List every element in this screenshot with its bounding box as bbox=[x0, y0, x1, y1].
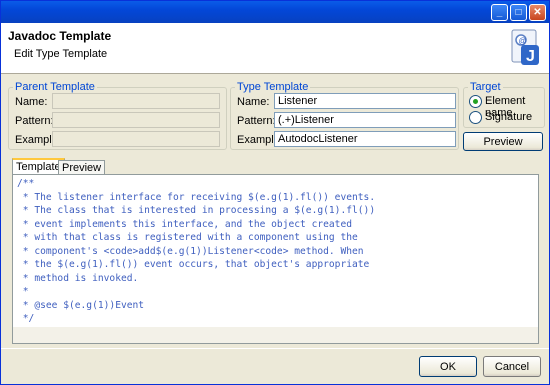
dialog-header: Javadoc Template Edit Type Template @ J bbox=[1, 23, 549, 74]
ok-button[interactable]: OK bbox=[419, 356, 477, 377]
parent-pattern-field bbox=[52, 112, 220, 128]
radio-element-name[interactable] bbox=[469, 95, 482, 108]
cancel-button[interactable]: Cancel bbox=[483, 356, 541, 377]
code-line: * with that class is registered with a c… bbox=[17, 232, 358, 243]
code-line: * bbox=[17, 286, 29, 297]
code-line: * event implements this interface, and t… bbox=[17, 218, 353, 230]
title-bar[interactable]: _ □ ✕ bbox=[1, 1, 549, 23]
parent-name-label: Name: bbox=[15, 96, 48, 108]
parent-name-field bbox=[52, 93, 220, 109]
parent-example-field bbox=[52, 131, 220, 147]
tab-preview[interactable]: Preview bbox=[58, 160, 106, 174]
type-name-input[interactable]: Listener bbox=[274, 93, 456, 109]
type-template-legend: Type Template bbox=[237, 81, 309, 93]
radio-selected-dot bbox=[473, 99, 478, 104]
radio-signature[interactable] bbox=[469, 111, 482, 124]
code-line: * The listener interface for receiving $… bbox=[17, 191, 376, 203]
code-line: * method is invoked. bbox=[17, 272, 139, 284]
preview-button[interactable]: Preview bbox=[463, 132, 543, 151]
maximize-icon[interactable]: □ bbox=[510, 4, 527, 21]
parent-pattern-label: Pattern: bbox=[15, 115, 54, 127]
code-line: * component's <code>add$(e.g(1))Listener… bbox=[17, 245, 364, 257]
code-line: * the $(e.g(1).fl()) event occurs, that … bbox=[17, 259, 370, 270]
parent-template-legend: Parent Template bbox=[15, 81, 95, 93]
code-line: * The class that is interested in proces… bbox=[17, 205, 376, 216]
javadoc-template-dialog: _ □ ✕ Javadoc Template Edit Type Templat… bbox=[0, 0, 550, 385]
close-icon[interactable]: ✕ bbox=[529, 4, 546, 21]
code-line: /** bbox=[17, 178, 35, 189]
tab-template[interactable]: Template bbox=[12, 158, 65, 174]
code-line: */ bbox=[17, 313, 35, 324]
dialog-title: Javadoc Template bbox=[8, 29, 112, 43]
type-pattern-label: Pattern: bbox=[237, 115, 276, 127]
radio-signature-label[interactable]: Signature bbox=[485, 111, 532, 123]
target-legend: Target bbox=[470, 81, 501, 93]
template-code[interactable]: /** * The listener interface for receivi… bbox=[13, 175, 538, 326]
javadoc-document-icon: @ J bbox=[511, 29, 539, 65]
template-editor[interactable]: /** * The listener interface for receivi… bbox=[12, 174, 539, 344]
svg-text:J: J bbox=[526, 48, 535, 65]
footer-separator bbox=[1, 348, 549, 349]
type-pattern-input[interactable]: (.+)Listener bbox=[274, 112, 456, 128]
type-name-label: Name: bbox=[237, 96, 270, 108]
dialog-subtitle: Edit Type Template bbox=[14, 48, 108, 60]
svg-text:@: @ bbox=[519, 37, 527, 46]
type-example-input[interactable]: AutodocListener bbox=[274, 131, 456, 147]
horizontal-scrollbar[interactable] bbox=[13, 327, 538, 343]
minimize-icon[interactable]: _ bbox=[491, 4, 508, 21]
code-line: * @see $(e.g(1))Event bbox=[17, 299, 145, 311]
